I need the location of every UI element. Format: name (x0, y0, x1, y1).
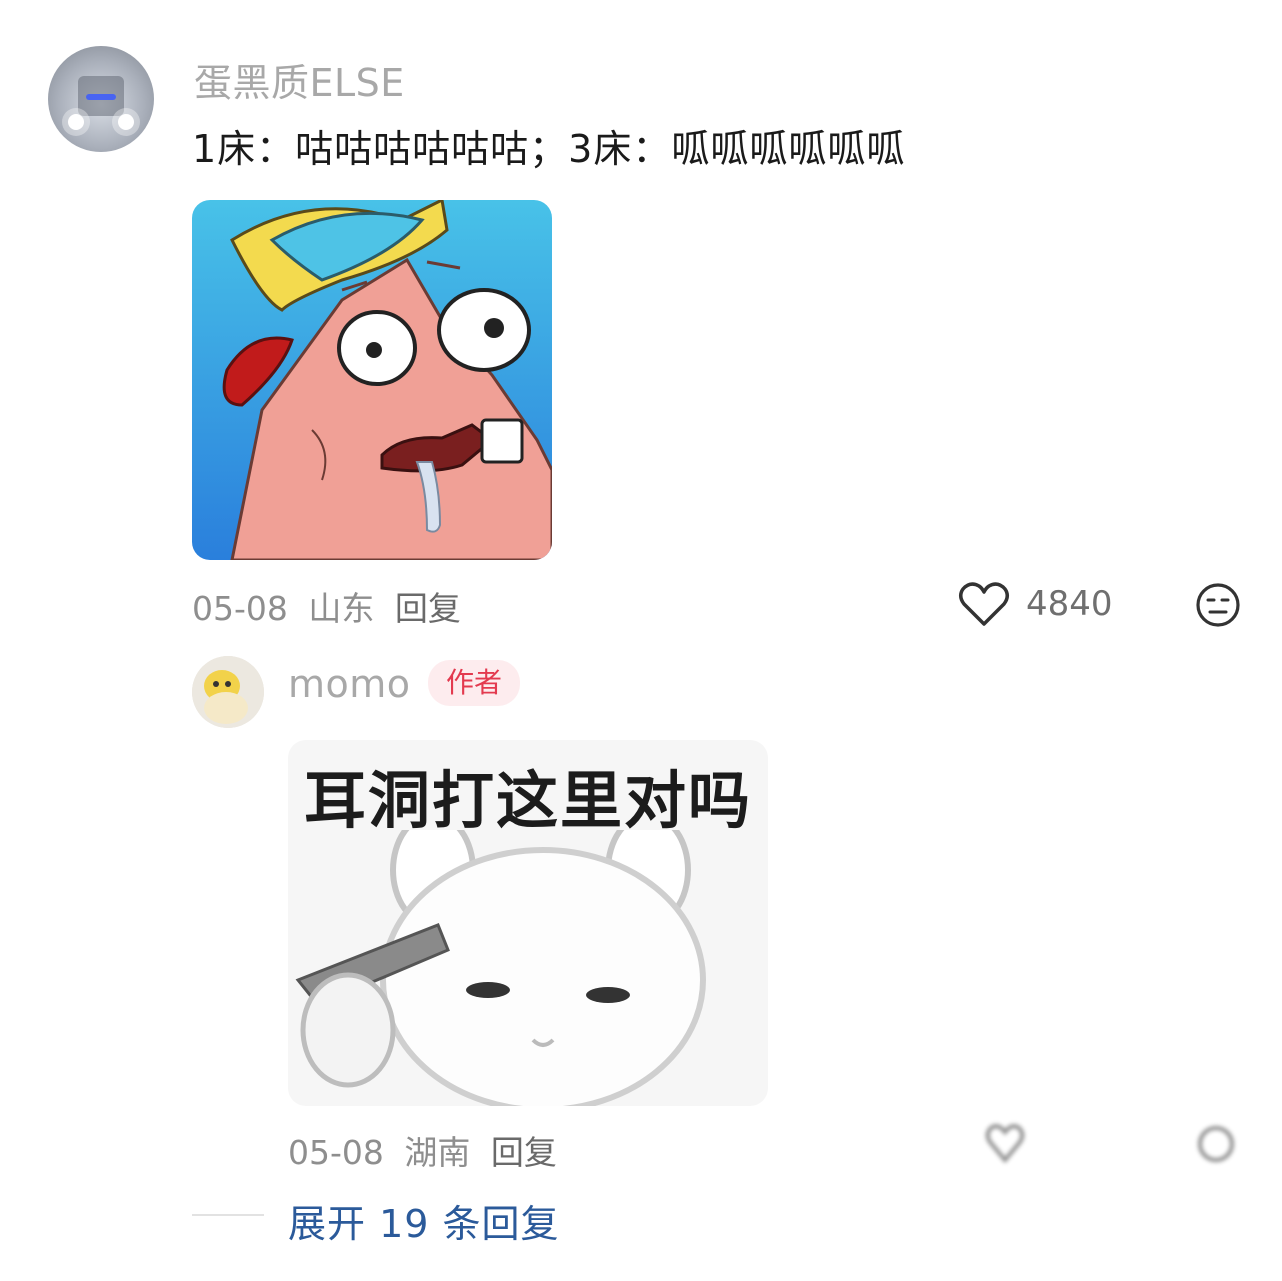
like-count: 4840 (1026, 584, 1113, 624)
commenter-username[interactable]: 蛋黑质ELSE (194, 52, 405, 107)
expand-divider (192, 1214, 264, 1216)
like-button[interactable] (958, 580, 1010, 628)
reply-date: 05-08 (288, 1133, 384, 1172)
comment-date: 05-08 (192, 589, 288, 628)
comment-image[interactable] (192, 200, 552, 560)
dislike-button[interactable] (1194, 581, 1242, 629)
car-headlights-avatar-icon (62, 76, 140, 136)
reply-like-button[interactable] (985, 1120, 1025, 1168)
reply-meta: 05-08 湖南 回复 (288, 1126, 557, 1174)
reply-location: 湖南 (404, 1133, 471, 1172)
heart-outline-icon (959, 582, 1009, 626)
reply-username[interactable]: momo (288, 662, 411, 706)
reply-image[interactable]: 耳洞打这里对吗 (288, 740, 768, 1106)
neutral-face-icon (1196, 583, 1240, 627)
bunny-with-gun-meme-icon (295, 830, 706, 1106)
comment-reply-button[interactable]: 回复 (395, 589, 461, 628)
comment-text: 1床：咕咕咕咕咕咕；3床：呱呱呱呱呱呱 (192, 127, 906, 171)
reply-avatar[interactable] (192, 656, 264, 728)
commenter-avatar[interactable] (48, 46, 154, 152)
yellow-toy-avatar-icon (192, 656, 264, 728)
reply-dislike-button[interactable] (1196, 1120, 1236, 1168)
neutral-face-icon (1198, 1126, 1234, 1162)
comment-location: 山东 (308, 589, 375, 628)
author-badge: 作者 (428, 660, 520, 706)
expand-replies-button[interactable]: 展开 19 条回复 (288, 1193, 560, 1248)
patrick-star-meme-icon (192, 200, 552, 560)
heart-outline-icon (985, 1124, 1025, 1164)
comment-meta: 05-08 山东 回复 (192, 582, 461, 630)
reply-reply-button[interactable]: 回复 (491, 1133, 557, 1172)
meme-caption: 耳洞打这里对吗 (303, 764, 752, 837)
